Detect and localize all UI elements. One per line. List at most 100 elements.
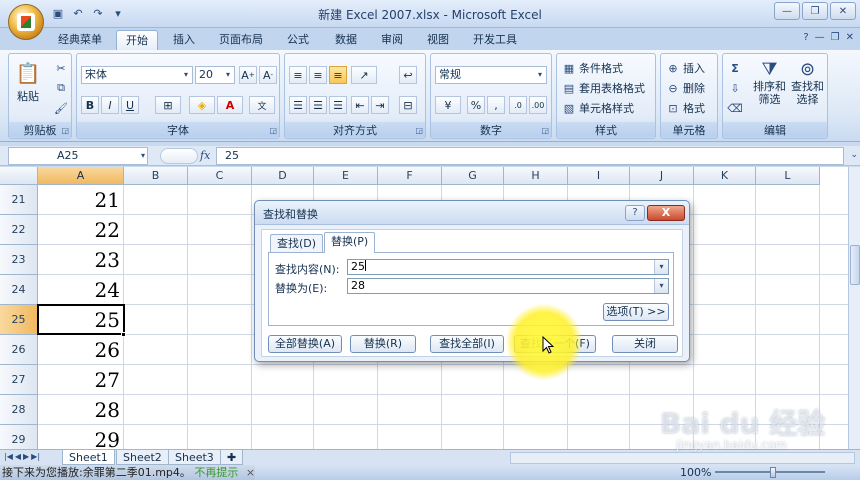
find-all-button[interactable]: 查找全部(I) [430, 335, 504, 353]
zoom-level[interactable]: 100% [680, 465, 711, 480]
fill-icon[interactable]: ⇩ [727, 80, 743, 96]
percent-button[interactable]: % [467, 96, 485, 114]
cut-icon[interactable]: ✂ [53, 60, 69, 76]
column-header-g[interactable]: G [442, 167, 504, 185]
close-hint-icon[interactable]: × [246, 466, 255, 479]
grow-font-button[interactable]: A + [239, 66, 257, 84]
align-bottom-button[interactable]: ≡ [329, 66, 347, 84]
tab-classic-menu[interactable]: 经典菜单 [52, 30, 108, 50]
dialog-close-button[interactable]: X [647, 205, 685, 221]
column-header-f[interactable]: F [378, 167, 442, 185]
insert-cells-button[interactable]: ⊕ 插入 [665, 60, 705, 76]
last-sheet-icon[interactable]: ▶| [31, 452, 40, 461]
font-color-button[interactable]: A [217, 96, 243, 114]
column-header-k[interactable]: K [694, 167, 756, 185]
replace-button[interactable]: 替换(R) [350, 335, 416, 353]
sheet-tab-sheet1[interactable]: Sheet1 [62, 450, 115, 465]
cell-a[interactable]: 22 [38, 215, 124, 245]
column-header-a[interactable]: A [38, 167, 124, 185]
ribbon-minimize-icon[interactable]: — [815, 32, 825, 43]
paste-button[interactable]: 📋 粘贴 [16, 60, 41, 104]
borders-button[interactable]: ⊞ [155, 96, 181, 114]
tab-find[interactable]: 查找(D) [270, 234, 324, 252]
font-size-combo[interactable]: 20 ▾ [195, 66, 235, 84]
merge-center-button[interactable]: ⊟ [399, 96, 417, 114]
sheet-tab-sheet2[interactable]: Sheet2 [116, 450, 169, 465]
vertical-scrollbar[interactable] [848, 167, 860, 449]
close-window-button[interactable]: ✕ [830, 2, 856, 20]
tab-view[interactable]: 视图 [418, 30, 458, 50]
bold-button[interactable]: B [81, 96, 99, 114]
column-header-b[interactable]: B [124, 167, 188, 185]
cell-a[interactable]: 28 [38, 395, 124, 425]
row-header[interactable]: 26 [0, 335, 38, 365]
help-icon[interactable]: ? [803, 32, 808, 43]
decrease-decimal-button[interactable]: .00 [529, 96, 547, 114]
cell-a[interactable]: 21 [38, 185, 124, 215]
chevron-down-icon[interactable]: ▾ [654, 260, 668, 274]
chevron-down-icon[interactable]: ▾ [654, 279, 668, 293]
formula-input[interactable]: 25 [216, 147, 844, 165]
cell-a[interactable]: 29 [38, 425, 124, 449]
font-name-combo[interactable]: 宋体 ▾ [81, 66, 193, 84]
align-left-button[interactable]: ☰ [289, 96, 307, 114]
tab-data[interactable]: 数据 [326, 30, 366, 50]
close-button[interactable]: 关闭 [612, 335, 678, 353]
wrap-text-button[interactable]: ↩ [399, 66, 417, 84]
dialog-launcher-icon[interactable]: ◲ [61, 126, 69, 135]
horizontal-scrollbar[interactable] [510, 452, 855, 464]
minimize-button[interactable]: — [774, 2, 800, 20]
format-painter-icon[interactable]: 🖌 [53, 100, 69, 116]
comma-button[interactable]: , [487, 96, 505, 114]
sort-filter-button[interactable]: ⧩ 排序和 筛选 [753, 58, 786, 106]
copy-icon[interactable]: ⧉ [53, 80, 69, 96]
prev-sheet-icon[interactable]: ◀ [15, 452, 21, 461]
align-middle-button[interactable]: ≡ [309, 66, 327, 84]
tab-review[interactable]: 审阅 [372, 30, 412, 50]
currency-button[interactable]: ¥ [435, 96, 461, 114]
autosum-icon[interactable]: Σ [727, 60, 743, 76]
tab-developer[interactable]: 开发工具 [466, 30, 524, 50]
column-header-i[interactable]: I [568, 167, 630, 185]
column-header-l[interactable]: L [756, 167, 820, 185]
phonetic-button[interactable]: 文 [249, 96, 275, 114]
ribbon-restore-icon[interactable]: ❐ [831, 32, 840, 43]
decrease-indent-button[interactable]: ⇤ [351, 96, 369, 114]
align-center-button[interactable]: ☰ [309, 96, 327, 114]
replace-with-input[interactable]: 28 ▾ [347, 278, 669, 294]
italic-button[interactable]: I [101, 96, 119, 114]
first-sheet-icon[interactable]: |◀ [4, 452, 13, 461]
cell-a[interactable]: 24 [38, 275, 124, 305]
insert-function-icon[interactable]: fx [200, 149, 210, 162]
row-header[interactable]: 22 [0, 215, 38, 245]
delete-cells-button[interactable]: ⊖ 删除 [665, 80, 705, 96]
row-header[interactable]: 24 [0, 275, 38, 305]
number-format-combo[interactable]: 常规 ▾ [435, 66, 547, 84]
expand-formula-bar-icon[interactable]: ⌄ [850, 150, 858, 160]
row-header[interactable]: 27 [0, 365, 38, 395]
replace-all-button[interactable]: 全部替换(A) [268, 335, 342, 353]
cell-styles-button[interactable]: ▧ 单元格样式 [561, 100, 634, 116]
tab-page-layout[interactable]: 页面布局 [212, 30, 270, 50]
column-header-h[interactable]: H [504, 167, 568, 185]
dialog-launcher-icon[interactable]: ◲ [269, 126, 277, 135]
row-header[interactable]: 29 [0, 425, 38, 449]
find-select-button[interactable]: ⊚ 查找和 选择 [791, 58, 824, 106]
insert-sheet-button[interactable]: ✚ [220, 450, 244, 465]
shrink-font-button[interactable]: A- [259, 66, 277, 84]
underline-button[interactable]: U [121, 96, 139, 114]
scroll-thumb[interactable] [850, 245, 860, 285]
tab-formulas[interactable]: 公式 [278, 30, 318, 50]
format-cells-button[interactable]: ⊡ 格式 [665, 100, 705, 116]
dialog-launcher-icon[interactable]: ◲ [415, 126, 423, 135]
increase-indent-button[interactable]: ⇥ [371, 96, 389, 114]
zoom-slider-handle[interactable] [770, 467, 776, 478]
name-box[interactable]: A25 ▾ [8, 147, 148, 165]
ribbon-close-icon[interactable]: ✕ [846, 32, 854, 43]
cell-a[interactable]: 23 [38, 245, 124, 275]
align-right-button[interactable]: ☰ [329, 96, 347, 114]
cell-a[interactable]: 27 [38, 365, 124, 395]
column-header-j[interactable]: J [630, 167, 694, 185]
column-header-d[interactable]: D [252, 167, 314, 185]
select-all-corner[interactable] [0, 167, 38, 185]
